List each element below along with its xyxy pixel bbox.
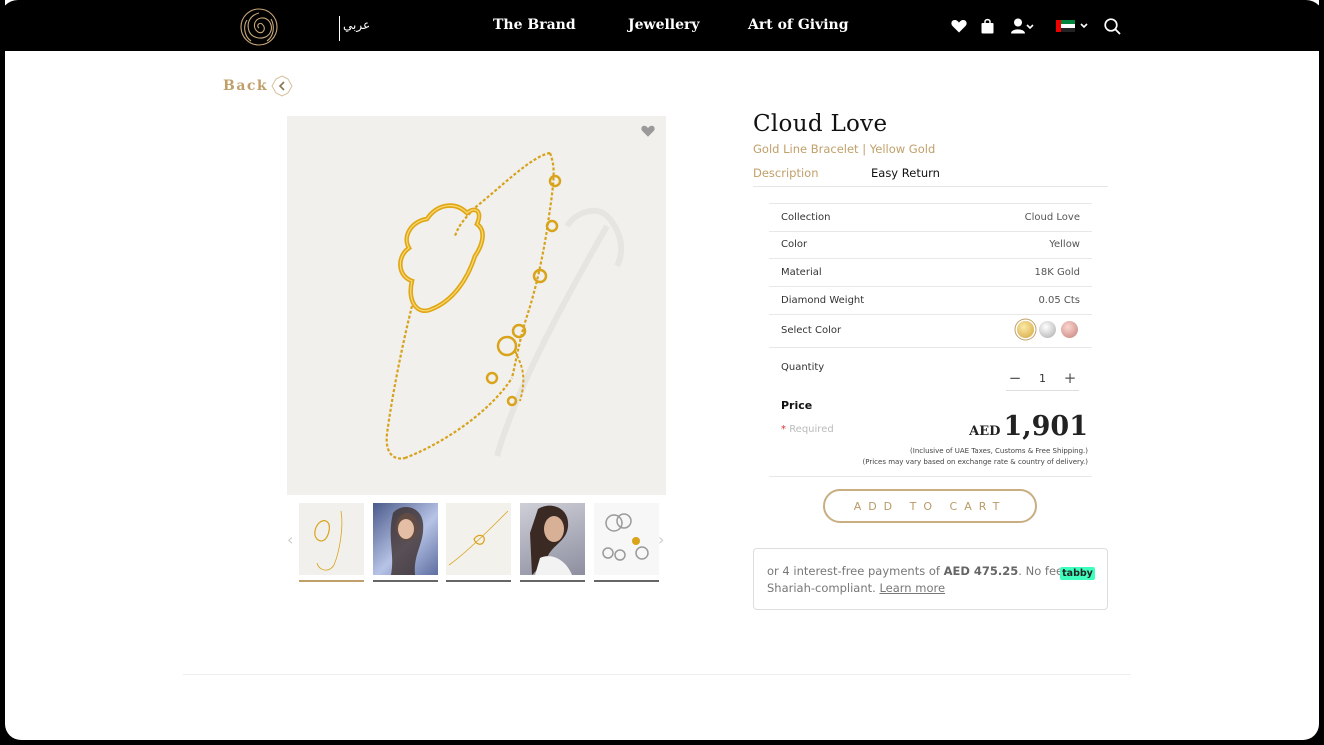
quantity-label: Quantity xyxy=(781,362,825,373)
tabby-installments-box: or 4 interest-free payments of AED 475.2… xyxy=(753,548,1108,610)
tabby-text-before: or 4 interest-free payments of xyxy=(767,564,944,578)
thumbnail-3[interactable] xyxy=(446,503,511,575)
thumbnail-indicator-5 xyxy=(594,580,659,582)
select-color-label: Select Color xyxy=(781,325,842,336)
tabby-amount: AED 475.25 xyxy=(943,564,1019,578)
bracelet-image xyxy=(385,151,625,460)
search-icon[interactable] xyxy=(1104,17,1121,35)
shopping-bag-icon[interactable] xyxy=(981,17,994,35)
quantity-value[interactable]: 1 xyxy=(1039,372,1046,385)
tab-underline xyxy=(753,186,1108,187)
spec-value: Cloud Love xyxy=(1024,212,1080,223)
price: AED 1,901 xyxy=(969,411,1088,442)
color-swatch-yellow-gold[interactable] xyxy=(1017,321,1034,338)
thumb-prev-arrow-icon[interactable]: ‹ xyxy=(287,530,293,549)
product-subtitle: Gold Line Bracelet | Yellow Gold xyxy=(753,142,936,156)
required-asterisk: * xyxy=(781,424,786,435)
nav-art-of-giving[interactable]: Art of Giving xyxy=(748,17,849,33)
uae-flag-icon[interactable] xyxy=(1056,17,1090,35)
spec-value: 0.05 Cts xyxy=(1038,295,1080,306)
spec-row-collection: Collection Cloud Love xyxy=(769,203,1092,231)
back-label: Back xyxy=(223,78,269,94)
tabby-line-2: Shariah-compliant. Learn more xyxy=(767,581,945,595)
spec-key: Material xyxy=(781,267,822,278)
wishlist-heart-icon[interactable] xyxy=(951,17,967,35)
spec-key: Diamond Weight xyxy=(781,295,865,306)
price-currency: AED xyxy=(969,424,1001,439)
language-toggle[interactable]: عربي xyxy=(343,18,370,32)
site-header: عربي The Brand Jewellery Art of Giving xyxy=(0,0,1324,51)
thumbnail-indicator-4 xyxy=(520,580,585,582)
tabby-line-1: or 4 interest-free payments of AED 475.2… xyxy=(767,564,1073,578)
chevron-left-icon xyxy=(271,75,293,97)
thumbnail-2[interactable] xyxy=(373,503,438,575)
required-label: * Required xyxy=(781,424,834,435)
spec-row-color: Color Yellow xyxy=(769,231,1092,258)
spec-row-diamond-weight: Diamond Weight 0.05 Cts xyxy=(769,286,1092,314)
thumbnail-indicator-3 xyxy=(446,580,511,582)
thumb-next-arrow-icon[interactable]: › xyxy=(658,530,664,549)
price-note-taxes: (Inclusive of UAE Taxes, Customs & Free … xyxy=(910,447,1088,455)
account-icon[interactable] xyxy=(1011,17,1035,35)
thumbnail-indicator-1 xyxy=(299,580,364,582)
thumbnail-5[interactable] xyxy=(594,503,659,575)
tab-description[interactable]: Description xyxy=(753,166,819,180)
price-amount: 1,901 xyxy=(1003,411,1088,442)
tabby-shariah-text: Shariah-compliant. xyxy=(767,581,880,595)
nav-the-brand[interactable]: The Brand xyxy=(493,17,576,33)
tabby-learn-more-link[interactable]: Learn more xyxy=(879,581,945,595)
rose-logo-icon[interactable] xyxy=(237,6,281,48)
price-divider xyxy=(769,476,1092,477)
spec-value: Yellow xyxy=(1049,239,1080,250)
thumbnail-4[interactable] xyxy=(520,503,585,575)
footer-divider xyxy=(183,674,1131,675)
back-button[interactable]: Back xyxy=(223,75,293,97)
quantity-stepper: − 1 + xyxy=(1006,366,1079,391)
nav-jewellery[interactable]: Jewellery xyxy=(628,17,700,33)
price-note-exchange: (Prices may vary based on exchange rate … xyxy=(862,458,1088,466)
image-wishlist-heart-icon[interactable] xyxy=(641,124,655,138)
add-to-cart-button[interactable]: ADD TO CART xyxy=(823,489,1037,523)
product-title: Cloud Love xyxy=(753,111,888,137)
spec-key: Color xyxy=(781,239,808,250)
header-divider xyxy=(339,16,340,41)
tabby-logo: tabby xyxy=(1060,567,1095,580)
main-product-image[interactable] xyxy=(287,116,666,495)
color-swatch-rose-gold[interactable] xyxy=(1061,321,1078,338)
spec-key: Collection xyxy=(781,212,831,223)
quantity-increase-button[interactable]: + xyxy=(1061,369,1079,387)
quantity-decrease-button[interactable]: − xyxy=(1006,369,1024,387)
thumbnail-1[interactable] xyxy=(299,503,364,575)
tab-easy-return[interactable]: Easy Return xyxy=(871,166,940,180)
spec-value: 18K Gold xyxy=(1034,267,1080,278)
spec-row-material: Material 18K Gold xyxy=(769,258,1092,286)
required-text: Required xyxy=(789,424,834,435)
thumbnail-indicator-2 xyxy=(373,580,438,582)
price-label: Price xyxy=(781,399,813,412)
color-swatch-white-gold[interactable] xyxy=(1039,321,1056,338)
